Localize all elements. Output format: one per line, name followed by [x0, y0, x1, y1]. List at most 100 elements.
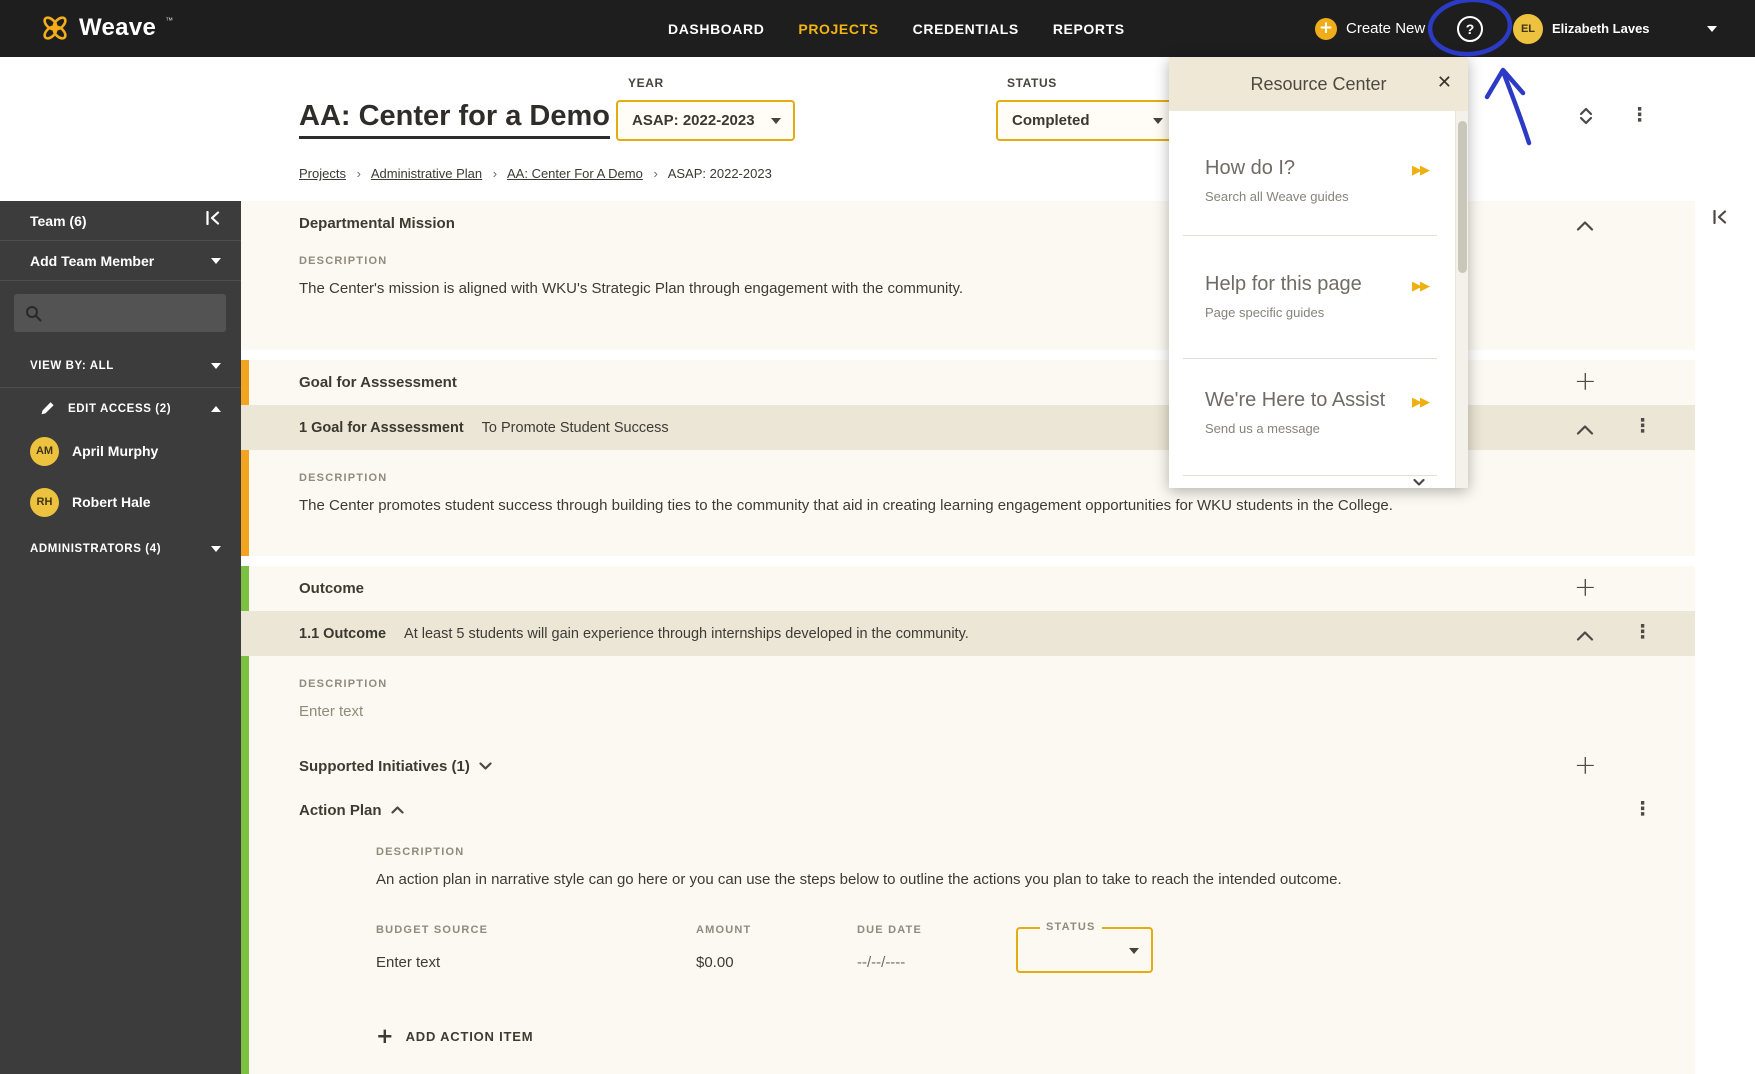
action-plan-fields: BUDGET SOURCE Enter text AMOUNT $0.00 DU… — [376, 921, 1695, 1016]
avatar-initials: AM — [35, 445, 54, 457]
collapse-sidebar-icon[interactable] — [205, 210, 221, 230]
year-select-value: ASAP: 2022-2023 — [632, 112, 755, 129]
nav-projects[interactable]: PROJECTS — [798, 21, 878, 37]
outcome-section-title: Outcome — [299, 580, 365, 597]
header-kebab-menu[interactable]: ⋮ — [1630, 106, 1649, 125]
team-header-label: Team (6) — [30, 212, 87, 229]
chevron-up-icon[interactable] — [1576, 628, 1594, 646]
team-member-row[interactable]: AM April Murphy — [0, 433, 241, 469]
rc-item-title: How do I? — [1205, 157, 1296, 179]
add-action-item-label: ADD ACTION ITEM — [405, 1029, 534, 1044]
description-label: DESCRIPTION — [299, 678, 388, 690]
action-plan-row[interactable]: Action Plan ⋮ — [241, 788, 1695, 832]
view-by-filter[interactable]: VIEW BY: ALL — [0, 345, 241, 388]
supported-initiatives-row[interactable]: Supported Initiatives (1) + — [241, 744, 1695, 788]
add-action-item-button[interactable]: + ADD ACTION ITEM — [376, 1026, 1695, 1047]
status-select[interactable]: Completed — [996, 100, 1177, 141]
section-departmental-mission: Departmental Mission DESCRIPTION The Cen… — [241, 201, 1695, 350]
due-date-input[interactable]: --/--/---- — [857, 954, 905, 971]
administrators-group[interactable]: ADMINISTRATORS (4) — [0, 531, 241, 567]
chevron-up-icon[interactable] — [1576, 422, 1594, 440]
nav-dashboard[interactable]: DASHBOARD — [668, 21, 764, 37]
resource-center-header: Resource Center ✕ — [1169, 57, 1468, 111]
add-supported-initiative-button[interactable]: + — [1574, 752, 1597, 779]
amount-label: AMOUNT — [696, 924, 752, 936]
fast-forward-icon: ▶▶ — [1412, 395, 1430, 410]
mission-description: The Center's mission is aligned with WKU… — [299, 280, 964, 297]
edit-access-group[interactable]: EDIT ACCESS (2) — [0, 388, 241, 430]
status-label: STATUS — [1007, 76, 1057, 90]
collapse-all-icon[interactable] — [1578, 107, 1594, 130]
breadcrumb-project[interactable]: AA: Center For A Demo — [507, 166, 643, 181]
goal-item-row[interactable]: 1 Goal for Asssessment To Promote Studen… — [241, 405, 1695, 450]
avatar: AM — [30, 436, 59, 466]
team-search[interactable] — [14, 294, 226, 332]
outcome-item-text: At least 5 students will gain experience… — [404, 625, 969, 642]
nav-credentials[interactable]: CREDENTIALS — [913, 21, 1019, 37]
rc-item-help-for-page[interactable]: Help for this page Page specific guides … — [1169, 273, 1468, 320]
top-navigation: Weave ™ DASHBOARD PROJECTS CREDENTIALS R… — [0, 0, 1755, 57]
year-select[interactable]: ASAP: 2022-2023 — [616, 100, 795, 141]
chevron-up-icon[interactable] — [1576, 218, 1594, 236]
annotation-arrow-shaft — [1501, 71, 1532, 146]
chevron-down-icon — [211, 257, 221, 264]
description-label: DESCRIPTION — [299, 472, 388, 484]
action-plan-kebab-menu[interactable]: ⋮ — [1633, 800, 1652, 819]
avatar: EL — [1513, 13, 1543, 44]
goal-kebab-menu[interactable]: ⋮ — [1633, 417, 1652, 436]
action-plan-title: Action Plan — [299, 801, 382, 819]
outcome-item-row[interactable]: 1.1 Outcome At least 5 students will gai… — [241, 611, 1695, 656]
plus-icon: + — [376, 1024, 394, 1048]
page-title: AA: Center for a Demo — [299, 100, 610, 139]
divider — [1183, 235, 1437, 236]
chevron-down-icon — [1129, 948, 1139, 954]
action-status-select[interactable]: STATUS — [1016, 921, 1153, 973]
user-name: Elizabeth Laves — [1552, 21, 1650, 36]
team-search-input[interactable] — [50, 305, 210, 321]
breadcrumb-administrative-plan[interactable]: Administrative Plan — [371, 166, 482, 181]
chevron-down-icon — [771, 117, 781, 124]
rc-item-here-to-assist[interactable]: We're Here to Assist Send us a message ▶… — [1169, 389, 1468, 436]
search-icon — [26, 305, 42, 321]
rc-item-how-do-i[interactable]: How do I? Search all Weave guides ▶▶ — [1169, 157, 1468, 204]
chevron-down-icon — [211, 363, 221, 369]
breadcrumb-separator: › — [356, 166, 361, 181]
member-name: Robert Hale — [72, 494, 151, 510]
breadcrumb: Projects › Administrative Plan › AA: Cen… — [299, 166, 772, 181]
plus-icon: + — [1315, 17, 1337, 40]
nav-links: DASHBOARD PROJECTS CREDENTIALS REPORTS — [668, 0, 1125, 57]
add-outcome-button[interactable]: + — [1574, 574, 1597, 601]
scroll-down-icon[interactable] — [1413, 473, 1425, 491]
goal-item-title: 1 Goal for Asssessment — [299, 419, 464, 436]
edit-access-label: EDIT ACCESS (2) — [68, 403, 172, 415]
scrollbar[interactable] — [1455, 111, 1468, 488]
collapse-right-panel-icon[interactable] — [1712, 209, 1728, 229]
breadcrumb-separator: › — [492, 166, 498, 181]
add-team-member-button[interactable]: Add Team Member — [0, 241, 241, 281]
outcome-item-title: 1.1 Outcome — [299, 625, 387, 642]
status-field-label: STATUS — [1040, 921, 1102, 933]
resource-center-title: Resource Center — [1250, 73, 1387, 94]
add-goal-button[interactable]: + — [1574, 368, 1597, 395]
user-menu[interactable]: EL Elizabeth Laves — [1513, 0, 1650, 57]
avatar-initials: EL — [1520, 22, 1536, 35]
weave-logo[interactable]: Weave ™ — [40, 13, 173, 43]
close-icon[interactable]: ✕ — [1437, 72, 1452, 93]
description-label: DESCRIPTION — [299, 255, 388, 267]
team-header-row: Team (6) — [0, 201, 241, 241]
team-member-row[interactable]: RH Robert Hale — [0, 484, 241, 520]
year-label: YEAR — [628, 76, 664, 90]
view-by-label: VIEW BY: ALL — [30, 360, 114, 372]
create-new-label: Create New — [1346, 20, 1426, 37]
outcome-description-input[interactable]: Enter text — [299, 703, 1695, 720]
scrollbar-thumb[interactable] — [1458, 121, 1467, 273]
help-icon[interactable]: ? — [1457, 16, 1483, 42]
goal-description: The Center promotes student success thro… — [299, 497, 1393, 514]
outcome-kebab-menu[interactable]: ⋮ — [1633, 623, 1652, 642]
budget-source-input[interactable]: Enter text — [376, 954, 440, 971]
amount-input[interactable]: $0.00 — [696, 954, 734, 971]
create-new-button[interactable]: + Create New — [1315, 0, 1425, 57]
chevron-down-icon[interactable] — [1707, 26, 1717, 32]
nav-reports[interactable]: REPORTS — [1053, 21, 1125, 37]
breadcrumb-projects[interactable]: Projects — [299, 166, 346, 181]
